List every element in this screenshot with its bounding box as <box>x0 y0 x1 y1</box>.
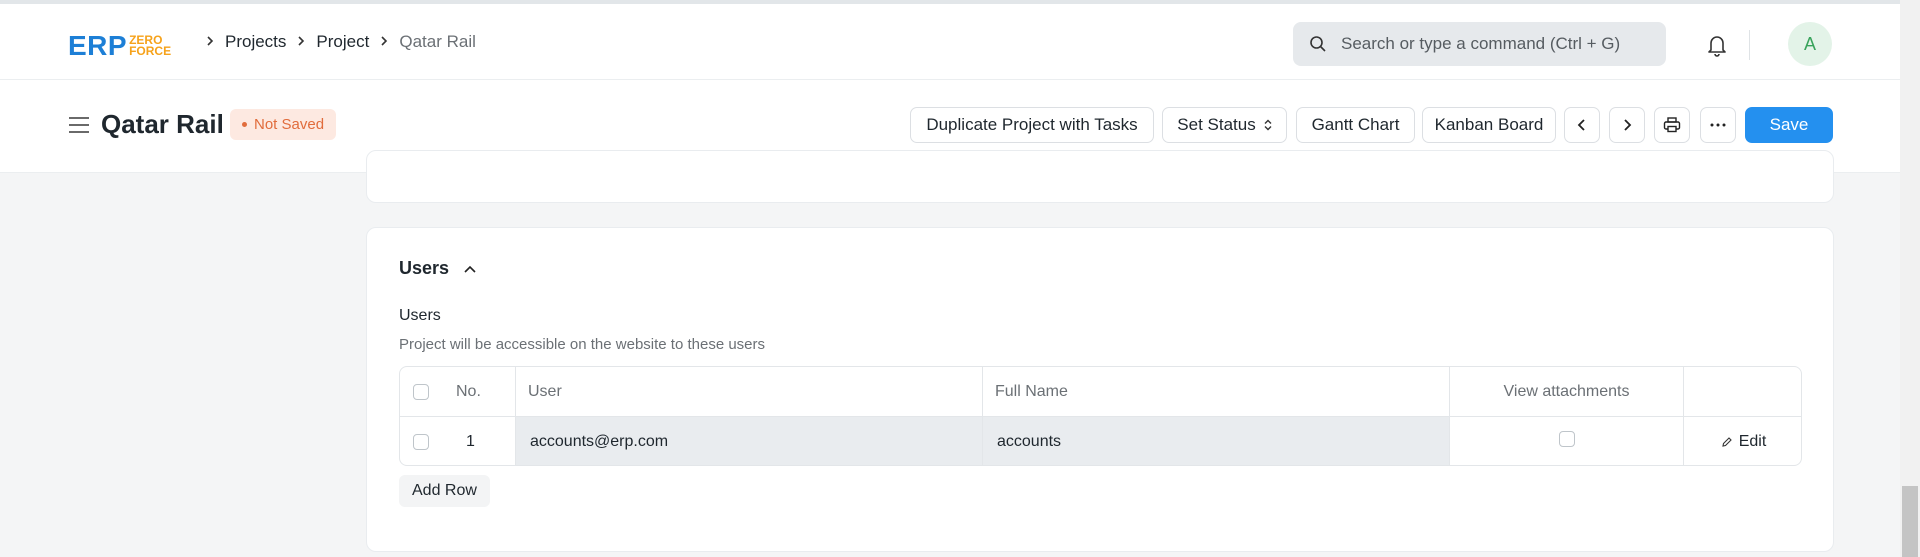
logo-subtext: ZERO FORCE <box>129 34 172 58</box>
section-title: Users <box>399 258 450 278</box>
duplicate-project-button[interactable]: Duplicate Project with Tasks <box>910 107 1154 143</box>
previous-section-card <box>366 150 1834 203</box>
page-scrollbar[interactable] <box>1900 0 1920 557</box>
field-label: Users <box>399 307 441 324</box>
view-attachments-checkbox[interactable] <box>1450 417 1683 465</box>
navbar-divider <box>1749 30 1750 60</box>
field-description: Project will be accessible on the websit… <box>399 336 766 353</box>
edit-label: Edit <box>1738 433 1767 450</box>
full-name-cell[interactable]: accounts <box>983 417 1449 465</box>
set-status-label: Set Status <box>1177 115 1256 134</box>
breadcrumb-current[interactable]: Qatar Rail <box>399 32 476 52</box>
add-row-button[interactable]: Add Row <box>399 475 490 507</box>
logo-sub-force: FORCE <box>129 44 172 58</box>
users-table: No. User Full Name View attachments 1 ac… <box>399 366 1802 466</box>
select-arrows-icon <box>1264 119 1272 131</box>
logo-text: ERP <box>68 30 128 61</box>
edit-row-button[interactable]: Edit <box>1684 417 1801 465</box>
pencil-icon <box>1722 437 1732 447</box>
chevron-right-icon <box>379 34 389 51</box>
chevron-left-icon <box>1577 119 1585 131</box>
set-status-button[interactable]: Set Status <box>1162 107 1287 143</box>
status-badge: Not Saved <box>230 109 337 140</box>
column-header-view-attachments: View attachments <box>1503 383 1630 400</box>
ellipsis-icon <box>1710 123 1726 127</box>
breadcrumb-projects[interactable]: Projects <box>225 32 286 52</box>
search-input[interactable]: Search or type a command (Ctrl + G) <box>1293 22 1666 66</box>
gantt-chart-button[interactable]: Gantt Chart <box>1296 107 1415 143</box>
table-header-row: No. User Full Name View attachments <box>400 367 1801 417</box>
row-select-checkbox[interactable] <box>413 417 429 465</box>
users-section: Users Users Project will be accessible o… <box>366 227 1834 552</box>
search-icon <box>1310 36 1326 52</box>
scrollbar-thumb[interactable] <box>1902 486 1918 557</box>
app-logo[interactable]: ERP ZERO FORCE <box>68 30 171 62</box>
column-header-no: No. <box>456 383 481 400</box>
table-row: 1 accounts@erp.com accounts Edit <box>400 417 1801 465</box>
section-header-users[interactable]: Users <box>399 258 477 279</box>
chevron-right-icon <box>296 34 306 51</box>
navbar: ERP ZERO FORCE Projects Project Qatar Ra… <box>0 0 1900 80</box>
next-record-button[interactable] <box>1609 107 1645 143</box>
user-cell[interactable]: accounts@erp.com <box>516 417 982 465</box>
column-header-full-name: Full Name <box>995 383 1068 400</box>
more-actions-button[interactable] <box>1700 107 1736 143</box>
breadcrumb-project[interactable]: Project <box>316 32 369 52</box>
printer-icon <box>1663 117 1681 133</box>
save-button[interactable]: Save <box>1745 107 1833 143</box>
status-badge-label: Not Saved <box>254 116 325 133</box>
page-title: Qatar Rail <box>101 109 224 139</box>
select-all-checkbox[interactable] <box>413 367 429 417</box>
chevron-up-icon <box>464 265 476 273</box>
row-number: 1 <box>466 433 475 450</box>
status-dot-icon <box>242 122 247 127</box>
chevron-right-icon <box>205 34 215 51</box>
column-header-user: User <box>528 383 562 400</box>
sidebar-toggle-icon[interactable] <box>68 116 90 139</box>
notification-bell-icon[interactable] <box>1706 33 1728 62</box>
print-button[interactable] <box>1654 107 1690 143</box>
search-placeholder: Search or type a command (Ctrl + G) <box>1341 34 1621 53</box>
breadcrumb: Projects Project Qatar Rail <box>195 32 476 52</box>
avatar[interactable]: A <box>1788 22 1832 66</box>
chevron-right-icon <box>1624 119 1632 131</box>
kanban-board-button[interactable]: Kanban Board <box>1422 107 1556 143</box>
previous-record-button[interactable] <box>1564 107 1600 143</box>
